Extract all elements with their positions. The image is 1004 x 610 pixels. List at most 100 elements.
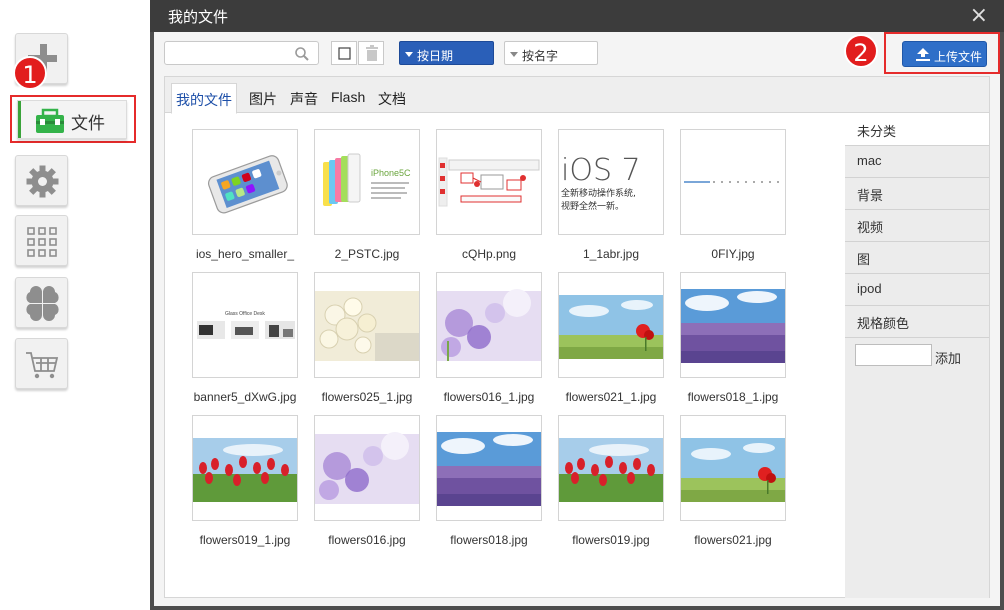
file-thumbnail[interactable]: [680, 129, 786, 235]
chevron-down-icon: [405, 52, 413, 57]
file-thumbnail[interactable]: [436, 129, 542, 235]
ios7-image: iOS 7 全新移动操作系统, 视野全然一新。: [559, 130, 663, 234]
file-thumbnail[interactable]: [558, 415, 664, 521]
tab-sounds[interactable]: 声音: [286, 83, 322, 114]
category-item[interactable]: 未分类: [845, 114, 989, 146]
file-type-tabs: 我的文件 图片 声音 Flash 文档: [165, 77, 989, 114]
checkbox-icon: [338, 47, 351, 60]
file-name[interactable]: 1_1abr.jpg: [550, 247, 672, 261]
purple-flowers-image: [315, 416, 419, 520]
category-item[interactable]: 背景: [845, 178, 989, 210]
tab-flash[interactable]: Flash: [327, 83, 369, 114]
upload-icon: [916, 48, 930, 61]
file-name[interactable]: flowers019.jpg: [550, 533, 672, 547]
office-desk-image: Glass Office Desk: [193, 273, 297, 377]
file-name[interactable]: 0FIY.jpg: [672, 247, 794, 261]
file-dialog: 我的文件 × 按日期 按名字 2 上传文件 我的文件 图片 声音 Flash 文…: [150, 0, 1004, 610]
screenshot-image: [437, 130, 541, 234]
file-thumbnail[interactable]: iOS 7 全新移动操作系统, 视野全然一新。: [558, 129, 664, 235]
step-badge-2: 2: [844, 34, 878, 68]
grid-icon: [27, 227, 57, 257]
category-item[interactable]: mac: [845, 146, 989, 178]
file-thumbnail[interactable]: [314, 415, 420, 521]
file-name[interactable]: ios_hero_smaller_: [184, 247, 306, 261]
settings-button[interactable]: [15, 155, 68, 206]
file-name[interactable]: flowers025_1.jpg: [306, 390, 428, 404]
red-poppy-field-image: [681, 416, 785, 520]
thumb-ios7-line1: 全新移动操作系统,: [561, 187, 636, 199]
upload-label: 上传文件: [934, 50, 983, 64]
thumb-iphone5c-text: iPhone5C: [371, 168, 411, 178]
clover-icon: [26, 286, 59, 321]
chevron-down-icon: [510, 52, 518, 57]
category-item[interactable]: ipod: [845, 274, 989, 306]
category-item[interactable]: 视频: [845, 210, 989, 242]
plugins-button[interactable]: [15, 277, 68, 328]
cart-icon: [26, 352, 59, 379]
thumb-banner-text: Glass Office Desk: [225, 311, 265, 317]
search-icon[interactable]: [294, 46, 310, 62]
file-name[interactable]: flowers016.jpg: [306, 533, 428, 547]
file-thumbnail[interactable]: iPhone5C: [314, 129, 420, 235]
sidebar-item-file-inner[interactable]: 文件: [17, 100, 127, 139]
iphone5c-image: iPhone5C: [315, 130, 419, 234]
file-thumbnail[interactable]: [436, 272, 542, 378]
sidebar-item-file[interactable]: 文件: [10, 95, 136, 143]
delete-button[interactable]: [358, 41, 384, 65]
file-name[interactable]: flowers019_1.jpg: [184, 533, 306, 547]
file-thumbnail[interactable]: Glass Office Desk: [192, 272, 298, 378]
new-category-input[interactable]: [855, 344, 932, 366]
sort-by-date-label: 按日期: [417, 49, 454, 63]
file-name[interactable]: flowers021_1.jpg: [550, 390, 672, 404]
file-thumbnail[interactable]: [314, 272, 420, 378]
tab-my-files[interactable]: 我的文件: [171, 83, 237, 114]
thumb-ios7-text: iOS 7: [561, 153, 641, 188]
red-poppy-field-image: [559, 273, 663, 377]
banner-strip-image: [681, 130, 785, 234]
file-name[interactable]: 2_PSTC.jpg: [306, 247, 428, 261]
sidebar-item-file-label: 文件: [71, 114, 105, 133]
red-tulips-image: [559, 416, 663, 520]
file-thumbnail[interactable]: [436, 415, 542, 521]
category-item[interactable]: 规格颜色: [845, 306, 989, 338]
iphone-image: [193, 130, 297, 234]
step-badge-1: 1: [13, 56, 47, 90]
select-all-checkbox[interactable]: [331, 41, 357, 65]
close-icon[interactable]: ×: [970, 3, 988, 28]
tab-images[interactable]: 图片: [245, 83, 281, 114]
lavender-field-image: [681, 273, 785, 377]
file-thumbnail[interactable]: [192, 415, 298, 521]
tab-documents[interactable]: 文档: [374, 83, 410, 114]
file-name[interactable]: flowers021.jpg: [672, 533, 794, 547]
add-category-button[interactable]: 添加: [935, 348, 961, 367]
dialog-title: 我的文件: [168, 9, 229, 26]
sort-by-date-button[interactable]: 按日期: [399, 41, 494, 65]
page: 文件 1 我的文件 × 按日期 按名字 2 上传文件 我的文件 图片 声音 Fl…: [0, 0, 1004, 610]
trash-icon: [366, 45, 378, 61]
active-indicator: [18, 101, 21, 138]
category-panel: 未分类 mac 背景 视频 图 ipod 规格颜色 添加: [845, 114, 989, 598]
file-name[interactable]: flowers018_1.jpg: [672, 390, 794, 404]
file-name[interactable]: flowers016_1.jpg: [428, 390, 550, 404]
dialog-body: 按日期 按名字 2 上传文件 我的文件 图片 声音 Flash 文档 iPhon…: [154, 32, 1000, 606]
file-thumbnail[interactable]: [558, 272, 664, 378]
search-input[interactable]: [169, 44, 289, 62]
category-item[interactable]: 图: [845, 242, 989, 274]
upload-button[interactable]: 上传文件: [902, 41, 987, 67]
white-roses-image: [315, 273, 419, 377]
file-browser: 我的文件 图片 声音 Flash 文档 iPhone5C iOS 7 全新移动操…: [164, 76, 990, 598]
file-name[interactable]: flowers018.jpg: [428, 533, 550, 547]
cart-button[interactable]: [15, 338, 68, 389]
sort-by-name-button[interactable]: 按名字: [504, 41, 598, 65]
search-box[interactable]: [164, 41, 319, 65]
file-name[interactable]: banner5_dXwG.jpg: [184, 390, 306, 404]
file-thumbnail[interactable]: [680, 272, 786, 378]
file-thumbnail[interactable]: [192, 129, 298, 235]
sort-by-name-label: 按名字: [522, 49, 559, 63]
toolbox-icon: [36, 108, 64, 133]
lavender-field-image: [437, 416, 541, 520]
file-name[interactable]: cQHp.png: [428, 247, 550, 261]
thumb-ios7-line2: 视野全然一新。: [561, 200, 624, 212]
file-thumbnail[interactable]: [680, 415, 786, 521]
apps-button[interactable]: [15, 215, 68, 266]
